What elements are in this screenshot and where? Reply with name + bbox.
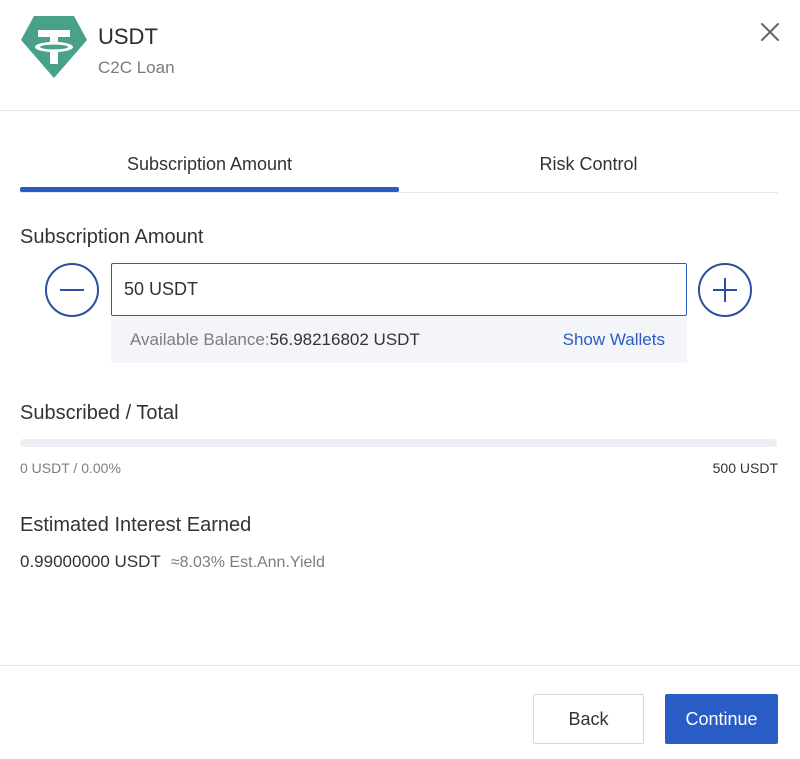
dialog-header: USDT C2C Loan — [0, 0, 800, 111]
estimated-interest-amount: 0.99000000 USDT — [20, 552, 161, 571]
estimated-annual-yield: ≈8.03% Est.Ann.Yield — [170, 554, 325, 571]
back-button[interactable]: Back — [533, 694, 644, 744]
subscription-amount-input[interactable] — [111, 263, 687, 316]
show-wallets-link[interactable]: Show Wallets — [563, 330, 665, 350]
minus-icon — [60, 289, 84, 291]
continue-button[interactable]: Continue — [665, 694, 778, 744]
footer-divider — [0, 665, 800, 666]
available-balance: Available Balance:56.98216802 USDT — [130, 330, 420, 350]
subscribed-total-label: Subscribed / Total — [20, 402, 179, 424]
available-balance-value: 56.98216802 USDT — [269, 330, 420, 349]
available-balance-label: Available Balance: — [130, 330, 270, 349]
increment-button[interactable] — [698, 263, 752, 317]
tab-bar: Subscription Amount Risk Control — [20, 140, 778, 193]
tether-icon — [21, 16, 87, 78]
total-amount: 500 USDT — [712, 460, 778, 476]
tab-subscription-amount[interactable]: Subscription Amount — [20, 140, 399, 190]
subscribed-amount: 0 USDT / 0.00% — [20, 460, 121, 476]
dialog-title: USDT — [98, 24, 158, 49]
subscription-progress-bar — [20, 439, 777, 447]
plus-icon-vertical — [724, 278, 726, 302]
tab-risk-control[interactable]: Risk Control — [399, 140, 778, 190]
decrement-button[interactable] — [45, 263, 99, 317]
estimated-interest: 0.99000000 USDT ≈8.03% Est.Ann.Yield — [20, 552, 325, 572]
active-tab-indicator — [20, 187, 399, 192]
dialog-subtitle: C2C Loan — [98, 58, 175, 77]
subscription-amount-label: Subscription Amount — [20, 226, 204, 248]
close-icon[interactable] — [758, 20, 782, 44]
estimated-interest-label: Estimated Interest Earned — [20, 514, 252, 536]
balance-panel: Available Balance:56.98216802 USDT Show … — [111, 316, 687, 363]
